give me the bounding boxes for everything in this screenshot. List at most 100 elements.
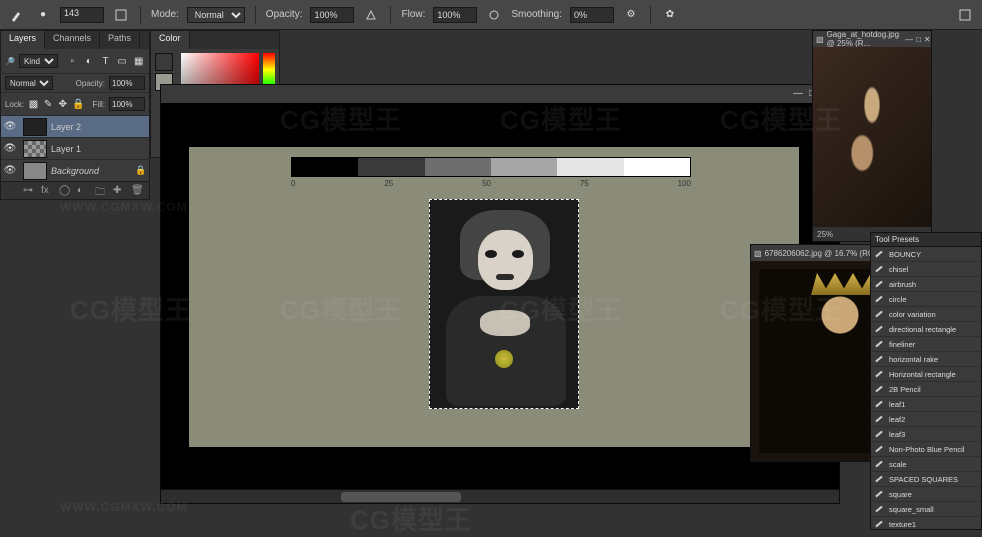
layers-panel: Layers Channels Paths 🔎 Kind ▫ ◐ T ▭ ▦ N… [0,30,150,200]
tool-preset-item[interactable]: BOUNCY [871,247,981,262]
fx-icon[interactable]: fx [41,185,53,197]
link-layers-icon[interactable]: ⊶ [23,185,35,197]
tool-preset-item[interactable]: leaf3 [871,427,981,442]
brush-size-field[interactable]: 143 [60,7,104,23]
pressure-opacity-icon[interactable] [362,6,380,24]
lock-position-icon[interactable]: ✥ [57,95,68,113]
smoothing-gear-icon[interactable]: ⚙ [622,6,640,24]
brush-preset-icon [875,309,885,319]
fill-field[interactable] [109,97,145,111]
tool-preset-item[interactable]: airbrush [871,277,981,292]
tool-preset-label: horizontal rake [889,355,938,364]
tool-presets-panel: Tool Presets BOUNCYchiselairbrush circle c… [870,232,982,530]
flow-label: Flow: [401,9,425,20]
reference-window-1[interactable]: ▧ Gaga_at_hotdog.jpg @ 25% (R... — □ ✕ 2… [812,30,932,242]
lock-all-icon[interactable]: 🔒 [72,95,84,113]
lock-pixels-icon[interactable]: ✎ [43,95,54,113]
minimize-icon[interactable]: — [905,35,913,44]
tool-preset-item[interactable]: texture1 [871,517,981,530]
delete-layer-icon[interactable]: 🗑 [131,185,143,197]
filter-adjust-icon[interactable]: ◐ [83,52,96,70]
brush-preset-icon [875,339,885,349]
canvas[interactable]: 0 25 50 75 100 [161,103,839,489]
layer-name[interactable]: Background [51,166,135,176]
visibility-eye-icon[interactable]: 👁 [1,143,19,154]
brush-preset-icon [875,354,885,364]
gradient-stop [292,158,358,176]
filter-type-icon[interactable]: T [99,52,112,70]
gradient-label: 75 [580,179,589,188]
brush-preview-icon[interactable]: ● [34,6,52,24]
tool-preset-label: circle [889,295,907,304]
tool-preset-item[interactable]: directional rectangle [871,322,981,337]
tool-preset-item[interactable]: horizontal rake [871,352,981,367]
group-icon[interactable]: 🗀 [95,185,107,197]
filter-smart-icon[interactable]: ▦ [132,52,145,70]
minimize-icon[interactable]: — [793,89,803,99]
maximize-icon[interactable]: □ [916,35,921,44]
gradient-label: 100 [678,179,691,188]
tool-preset-item[interactable]: leaf1 [871,397,981,412]
tool-preset-item[interactable]: circle [871,292,981,307]
layer-blend-select[interactable]: Normal [5,76,53,90]
layer-opacity-field[interactable] [109,76,145,90]
selection-marquee[interactable] [429,199,579,409]
tool-preset-item[interactable]: scale [871,457,981,472]
brush-panel-toggle-icon[interactable] [112,6,130,24]
layer-thumbnail[interactable] [23,140,47,158]
tool-preset-item[interactable]: leaf2 [871,412,981,427]
workspace-icon[interactable] [956,6,974,24]
layer-thumbnail[interactable] [23,162,47,180]
close-icon[interactable]: ✕ [924,35,931,44]
smoothing-field[interactable] [570,7,614,23]
layer-row[interactable]: 👁 Layer 1 [1,137,149,159]
ref1-titlebar[interactable]: ▧ Gaga_at_hotdog.jpg @ 25% (R... — □ ✕ [813,31,931,47]
visibility-eye-icon[interactable]: 👁 [1,121,19,132]
flow-field[interactable] [433,7,477,23]
symmetry-icon[interactable]: ✿ [661,6,679,24]
kind-label: 🔎 [5,57,15,66]
tool-preset-item[interactable]: 2B Pencil [871,382,981,397]
layer-name[interactable]: Layer 1 [51,144,149,154]
scrollbar-thumb[interactable] [341,492,461,502]
adjustment-icon[interactable]: ◐ [77,185,89,197]
lock-transparency-icon[interactable]: ▩ [28,95,39,113]
document-titlebar[interactable]: — □ ✕ [161,85,839,103]
layer-thumbnail[interactable] [23,118,47,136]
tool-preset-item[interactable]: Horizontal rectangle [871,367,981,382]
tool-preset-item[interactable]: SPACED SQUARES [871,472,981,487]
layer-row[interactable]: 👁 Layer 2 [1,115,149,137]
layer-name[interactable]: Layer 2 [51,122,149,132]
foreground-swatch[interactable] [155,53,173,71]
tool-presets-title[interactable]: Tool Presets [871,233,981,247]
tool-preset-item[interactable]: fineliner [871,337,981,352]
new-layer-icon[interactable]: ✚ [113,185,125,197]
opacity-label: Opacity: [266,9,303,20]
opacity-field[interactable] [310,7,354,23]
filter-shape-icon[interactable]: ▭ [116,52,129,70]
artboard[interactable]: 0 25 50 75 100 [189,147,799,447]
tool-preset-item[interactable]: square [871,487,981,502]
blend-mode-select[interactable]: Normal [187,7,245,23]
tab-layers[interactable]: Layers [1,31,45,49]
ref1-canvas[interactable] [813,47,931,227]
airbrush-icon[interactable] [485,6,503,24]
brush-preset-icon [875,399,885,409]
filter-pixel-icon[interactable]: ▫ [66,52,79,70]
tab-color[interactable]: Color [151,31,190,49]
gradient-bar [291,157,691,177]
ps-file-icon: ▧ [816,35,824,44]
kind-filter[interactable]: Kind [19,54,58,68]
brush-tool-icon[interactable] [8,6,26,24]
horizontal-scrollbar[interactable] [161,489,839,503]
gradient-stop [425,158,491,176]
layer-row[interactable]: 👁 Background 🔒 [1,159,149,181]
mask-icon[interactable]: ◯ [59,185,71,197]
tool-preset-item[interactable]: square_small [871,502,981,517]
visibility-eye-icon[interactable]: 👁 [1,165,19,176]
tool-preset-item[interactable]: color variation [871,307,981,322]
tool-preset-item[interactable]: Non-Photo Blue Pencil [871,442,981,457]
tab-paths[interactable]: Paths [100,31,140,49]
tab-channels[interactable]: Channels [45,31,100,49]
tool-preset-item[interactable]: chisel [871,262,981,277]
